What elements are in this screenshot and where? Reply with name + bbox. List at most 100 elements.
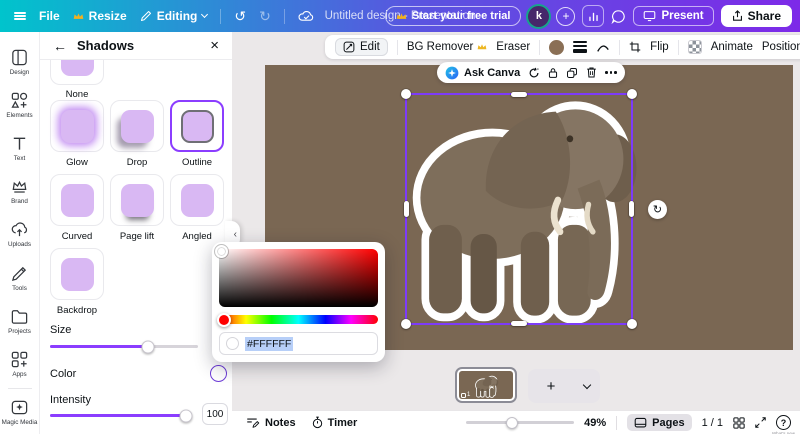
saturation-field[interactable] [219, 249, 378, 307]
fullscreen-button[interactable] [755, 417, 766, 428]
hue-slider-handle[interactable] [217, 313, 231, 327]
duplicate-icon [566, 67, 578, 79]
shadow-tile-page-lift[interactable] [110, 174, 164, 226]
hamburger-menu-icon[interactable] [14, 11, 26, 22]
intensity-slider-knob[interactable] [179, 409, 192, 422]
speech-bubble-icon [611, 9, 626, 24]
zoom-level[interactable]: 49% [584, 417, 606, 429]
redo-button[interactable]: ↻ [259, 8, 271, 25]
resize-handle-right[interactable] [629, 201, 634, 217]
crop-button[interactable] [629, 41, 641, 53]
sidebar-item-text[interactable]: Text [0, 126, 40, 169]
resize-handle-top-right[interactable] [627, 89, 637, 99]
magic-media-icon [10, 398, 29, 417]
sidebar-item-brand[interactable]: Brand [0, 170, 40, 213]
notes-button[interactable]: Notes [246, 417, 296, 429]
saturation-picker-handle[interactable] [215, 245, 228, 258]
intensity-slider[interactable] [50, 414, 190, 417]
page-number-badge: 1 [461, 392, 470, 398]
projects-icon [10, 307, 29, 326]
zoom-slider[interactable] [466, 421, 574, 424]
tile-label: Backdrop [50, 305, 104, 316]
undo-button[interactable]: ↺ [234, 8, 246, 25]
hex-value[interactable]: #FFFFFF [245, 337, 293, 351]
file-menu[interactable]: File [39, 9, 60, 23]
crown-icon [396, 12, 407, 20]
resize-handle-top-left[interactable] [401, 89, 411, 99]
intensity-value[interactable]: 100 [202, 403, 228, 425]
shadow-tile-backdrop[interactable] [50, 248, 104, 300]
eraser-button[interactable]: Eraser [496, 41, 530, 53]
line-weight-button[interactable] [573, 41, 587, 53]
shadow-tile-angled[interactable] [170, 174, 224, 226]
size-slider[interactable] [50, 345, 198, 348]
editing-mode-menu[interactable]: Editing [140, 9, 208, 23]
back-button[interactable]: ← [53, 39, 67, 53]
timer-icon [312, 416, 323, 429]
resize-handle-bottom[interactable] [511, 321, 527, 326]
resize-handle-top[interactable] [511, 92, 527, 97]
sidebar-item-elements[interactable]: Elements [0, 83, 40, 126]
sidebar-item-projects[interactable]: Projects [0, 299, 40, 342]
duplicate-button[interactable] [566, 67, 578, 79]
status-bar: Notes Timer 49% Pages 1 / 1 [232, 410, 800, 434]
hex-input[interactable]: #FFFFFF [219, 332, 378, 355]
resize-handle-bottom-left[interactable] [401, 319, 411, 329]
timer-button[interactable]: Timer [312, 416, 358, 429]
lock-button[interactable] [548, 67, 558, 78]
zoom-slider-knob[interactable] [506, 417, 518, 429]
apps-icon [10, 350, 29, 369]
shadow-color-swatch[interactable] [210, 365, 227, 382]
bg-remover-button[interactable]: BG Remover [407, 41, 487, 53]
size-slider-knob[interactable] [141, 340, 154, 353]
curve-button[interactable] [596, 40, 610, 54]
color-indicator[interactable] [549, 40, 564, 55]
grid-view-button[interactable] [733, 417, 745, 429]
transparency-button[interactable] [688, 40, 702, 54]
more-options-button[interactable] [605, 71, 617, 74]
sidebar-item-design[interactable]: Design [0, 40, 40, 83]
top-bar: File Resize Editing ↺ ↻ Untitled design … [0, 0, 800, 32]
bar-chart-icon [588, 11, 599, 22]
shadow-tile-outline[interactable] [170, 100, 224, 152]
hue-slider[interactable] [219, 315, 378, 324]
start-trial-button[interactable]: Start your free trial [385, 6, 521, 26]
ask-canva-button[interactable]: Ask Canva [445, 66, 520, 80]
animate-button[interactable]: Animate [711, 41, 753, 53]
sidebar-item-tools[interactable]: Tools [0, 256, 40, 299]
regenerate-button[interactable] [528, 67, 540, 79]
position-button[interactable]: Position [762, 41, 800, 53]
intensity-label: Intensity [50, 394, 91, 406]
resize-handle-left[interactable] [404, 201, 409, 217]
tools-icon [10, 264, 29, 283]
shadow-tile-none[interactable] [50, 60, 104, 85]
insights-button[interactable] [582, 5, 604, 27]
sidebar-item-magic-media[interactable]: Magic Media [0, 391, 40, 434]
sidebar-item-apps[interactable]: Apps [0, 343, 40, 386]
page-thumbnail-image: 1 [459, 371, 513, 399]
share-button[interactable]: Share [721, 5, 792, 27]
help-button[interactable]: ?What's new [776, 415, 791, 430]
shadow-tile-curved[interactable] [50, 174, 104, 226]
delete-button[interactable] [586, 66, 597, 79]
crown-icon [73, 12, 84, 20]
avatar[interactable]: k [528, 6, 549, 27]
add-page-button[interactable]: + [528, 378, 574, 395]
sidebar-item-uploads[interactable]: Uploads [0, 213, 40, 256]
shadow-tile-glow[interactable] [50, 100, 104, 152]
fullscreen-icon [755, 417, 766, 428]
pages-view-button[interactable]: Pages [627, 414, 691, 431]
flip-button[interactable]: Flip [650, 41, 669, 53]
edit-tab[interactable]: Edit [335, 38, 388, 56]
resize-handle-bottom-right[interactable] [627, 319, 637, 329]
rotate-handle[interactable]: ↻ [648, 200, 667, 219]
add-member-button[interactable]: + [556, 7, 575, 26]
selection-box[interactable] [405, 93, 633, 325]
close-panel-button[interactable]: × [210, 38, 219, 53]
comments-button[interactable] [611, 9, 626, 24]
page-options-button[interactable] [574, 385, 600, 388]
resize-menu[interactable]: Resize [73, 9, 127, 23]
shadow-tile-drop[interactable] [110, 100, 164, 152]
page-thumbnail[interactable]: 1 [455, 367, 517, 403]
present-button[interactable]: Present [633, 6, 713, 26]
